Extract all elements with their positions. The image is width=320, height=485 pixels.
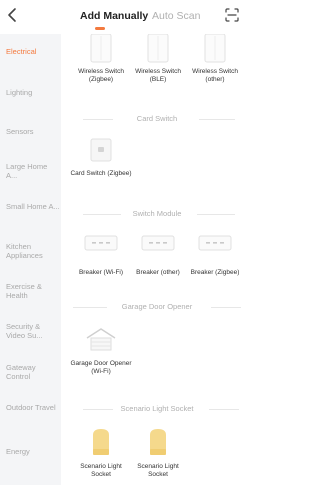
active-tab-indicator	[95, 27, 105, 30]
device-label: Wireless Switch (other)	[192, 68, 238, 83]
sidebar-item-large-home[interactable]: Large Home A...	[6, 162, 60, 181]
wireless-switch-icon	[90, 34, 112, 63]
section-garage-door: Garage Door Opener	[69, 302, 245, 312]
sidebar-item-sensors[interactable]: Sensors	[6, 127, 60, 136]
wireless-switch-icon	[147, 34, 169, 63]
section-title: Switch Module	[132, 209, 182, 218]
device-label: Wireless Switch (Zigbee)	[78, 68, 124, 83]
device-tile-card-switch[interactable]: Card Switch (Zigbee)	[70, 137, 132, 177]
device-label: Breaker (Wi-Fi)	[78, 269, 124, 276]
section-card-switch: Card Switch	[69, 114, 245, 124]
light-socket-icon	[93, 429, 109, 455]
device-tile-scenario-socket-1[interactable]: Scenario Light Socket	[76, 427, 126, 478]
device-tile-breaker-zigbee[interactable]: Breaker (Zigbee)	[190, 230, 240, 276]
sidebar-item-electrical[interactable]: Electrical	[6, 47, 60, 56]
section-title: Card Switch	[136, 114, 178, 123]
garage-door-icon	[86, 328, 116, 351]
sidebar-item-exercise[interactable]: Exercise & Health	[6, 282, 60, 301]
device-tile-wireless-other[interactable]: Wireless Switch (other)	[190, 34, 240, 83]
section-scenario-socket: Scenario Light Socket	[69, 404, 245, 414]
breaker-icon	[141, 235, 175, 251]
sidebar-item-gateway[interactable]: Gateway Control	[6, 363, 60, 382]
light-socket-icon	[150, 429, 166, 455]
device-tile-wireless-ble[interactable]: Wireless Switch (BLE)	[133, 34, 183, 83]
tab-auto-scan[interactable]: Auto Scan	[152, 10, 200, 22]
sidebar-item-outdoor[interactable]: Outdoor Travel	[6, 403, 60, 412]
section-switch-module: Switch Module	[69, 209, 245, 219]
tab-add-manually[interactable]: Add Manually	[80, 10, 148, 22]
device-label: Scenario Light Socket	[137, 463, 179, 478]
scan-icon[interactable]	[225, 8, 239, 22]
device-label: Breaker (Zigbee)	[190, 269, 240, 276]
sidebar-item-small-home[interactable]: Small Home A...	[6, 202, 60, 211]
breaker-icon	[84, 235, 118, 251]
section-title: Scenario Light Socket	[120, 404, 194, 413]
device-label: Wireless Switch (BLE)	[135, 68, 181, 83]
sidebar-item-kitchen[interactable]: Kitchen Appliances	[6, 242, 60, 261]
device-tile-breaker-other[interactable]: Breaker (other)	[133, 230, 183, 276]
device-label: Garage Door Opener (Wi-Fi)	[70, 360, 132, 375]
breaker-icon	[198, 235, 232, 251]
wireless-switch-icon	[204, 34, 226, 63]
top-bar: Add Manually Auto Scan	[0, 0, 245, 34]
device-label: Scenario Light Socket	[80, 463, 122, 478]
category-sidebar: Electrical Lighting Sensors Large Home A…	[0, 34, 61, 485]
device-label: Card Switch (Zigbee)	[70, 170, 132, 177]
device-tile-breaker-wifi[interactable]: Breaker (Wi-Fi)	[76, 230, 126, 276]
sidebar-item-energy[interactable]: Energy	[6, 447, 60, 456]
device-list: Wireless Switch (Zigbee) Wireless Switch…	[61, 34, 245, 485]
section-title: Garage Door Opener	[121, 302, 193, 311]
device-label: Breaker (other)	[136, 269, 180, 276]
device-tile-wireless-zigbee[interactable]: Wireless Switch (Zigbee)	[76, 34, 126, 83]
sidebar-item-security[interactable]: Security & Video Su...	[6, 322, 60, 341]
device-tile-garage-door[interactable]: Garage Door Opener (Wi-Fi)	[70, 326, 132, 375]
sidebar-item-lighting[interactable]: Lighting	[6, 88, 60, 97]
back-arrow-icon[interactable]	[4, 6, 22, 24]
card-switch-icon	[90, 138, 112, 162]
device-tile-scenario-socket-2[interactable]: Scenario Light Socket	[133, 427, 183, 478]
